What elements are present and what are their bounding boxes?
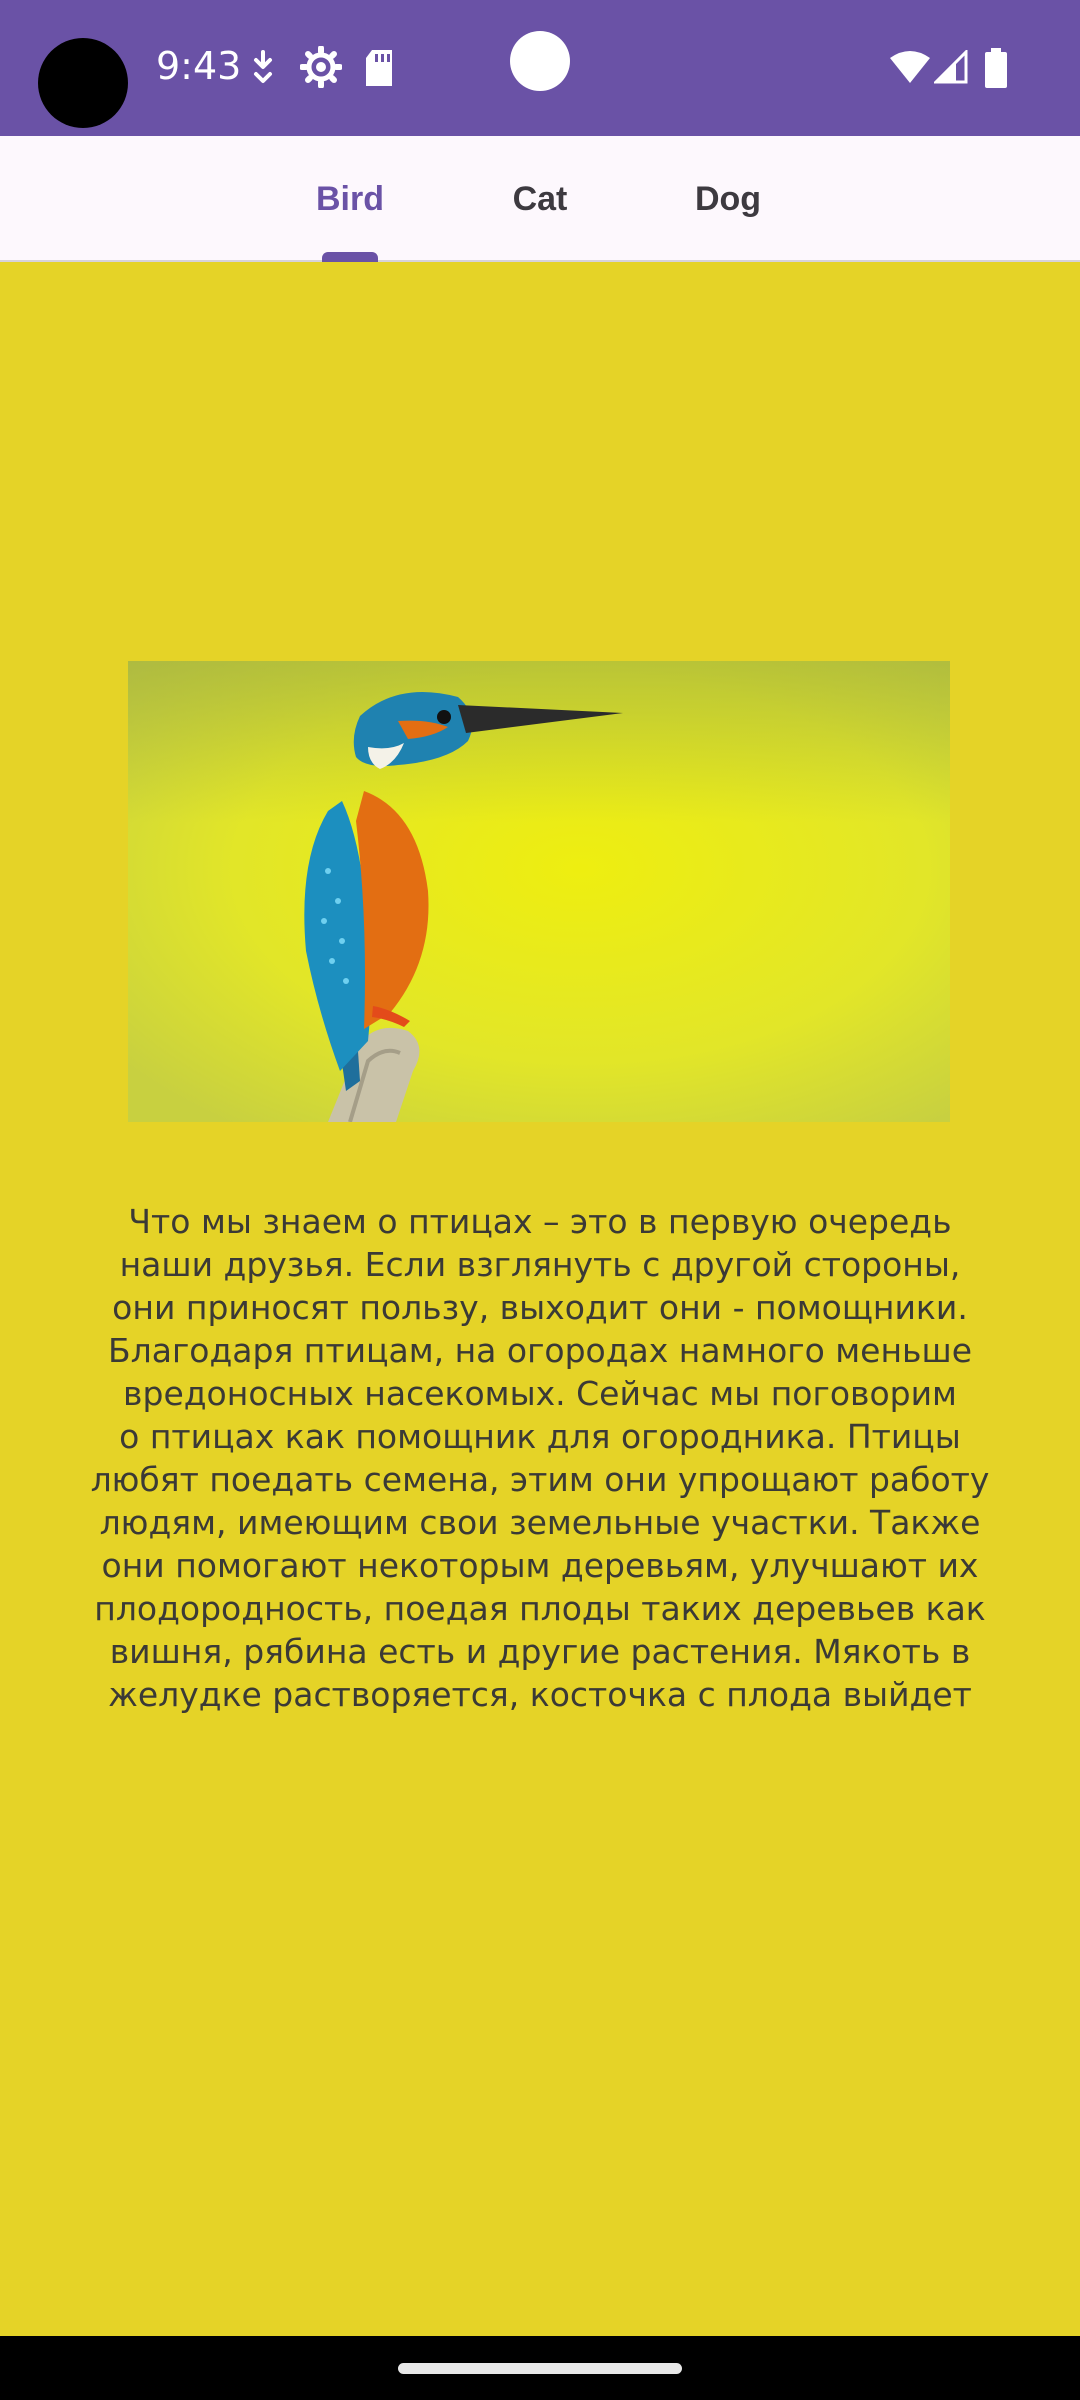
- tab-bird[interactable]: Bird: [290, 136, 410, 262]
- bird-image: [128, 661, 950, 1122]
- description-line: желудке растворяется, косточка с плода в…: [108, 1675, 972, 1714]
- camera-cutout: [38, 38, 128, 128]
- sd-card-icon: [366, 50, 392, 86]
- settings-icon: [300, 46, 342, 88]
- tab-dog[interactable]: Dog: [668, 136, 788, 262]
- download-icon: [254, 50, 272, 83]
- description-line: наши друзья. Если взглянуть с другой сто…: [119, 1245, 961, 1284]
- description-line: вишня, рябина есть и другие растения. Мя…: [109, 1632, 971, 1671]
- description-line: плодородность, поедая плоды таких деревь…: [94, 1589, 986, 1628]
- status-bar: 9:43: [0, 0, 1080, 136]
- home-gesture-handle[interactable]: [398, 2363, 682, 2374]
- description-line: они помогают некоторым деревьям, улучшаю…: [101, 1546, 979, 1585]
- status-time: 9:43: [156, 44, 242, 88]
- description-line: вредоносных насекомых. Сейчас мы поговор…: [123, 1374, 957, 1413]
- battery-icon: [985, 48, 1007, 88]
- description-line: любят поедать семена, этим они упрощают …: [90, 1460, 990, 1499]
- description-line: они приносят пользу, выходит они - помощ…: [112, 1288, 968, 1327]
- bird-description: Что мы знаем о птицах – это в первую оче…: [60, 1200, 1020, 1716]
- description-line: людям, имеющим свои земельные участки. Т…: [99, 1503, 981, 1542]
- description-line: Что мы знаем о птицах – это в первую оче…: [128, 1202, 952, 1241]
- description-line: о птицах как помощник для огородника. Пт…: [119, 1417, 961, 1456]
- wifi-icon: [890, 51, 930, 83]
- signal-icon: [934, 50, 968, 84]
- tab-selected-indicator: [322, 252, 378, 262]
- status-dot: [510, 31, 570, 91]
- tab-cat[interactable]: Cat: [480, 136, 600, 262]
- tab-bar: Bird Cat Dog: [0, 136, 1080, 262]
- description-line: Благодаря птицам, на огородах намного ме…: [107, 1331, 972, 1370]
